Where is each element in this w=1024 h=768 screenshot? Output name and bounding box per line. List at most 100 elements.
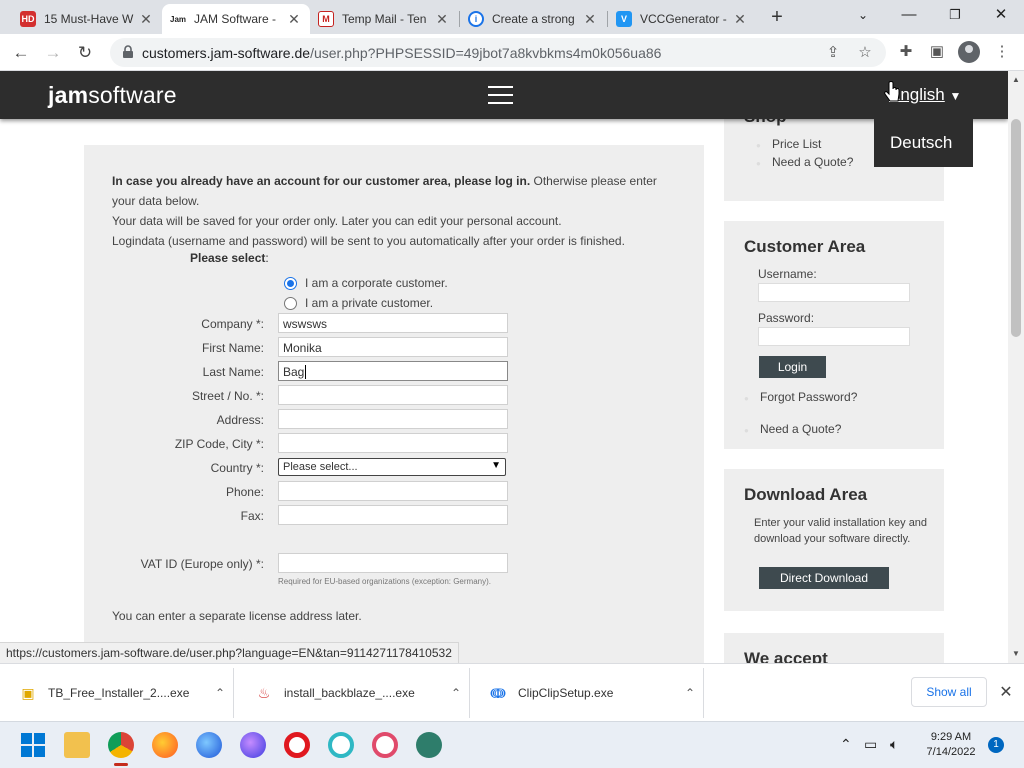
firefox-blue-icon[interactable]	[196, 732, 222, 758]
firefox-icon[interactable]	[152, 732, 178, 758]
radio-private-label[interactable]: I am a private customer.	[305, 296, 433, 310]
forward-arrow-icon[interactable]: →	[40, 40, 66, 66]
windows-start-icon[interactable]	[20, 732, 46, 758]
forgot-password-link[interactable]: ● Forgot Password?	[744, 390, 857, 404]
radio-corporate-label[interactable]: I am a corporate customer.	[305, 276, 448, 290]
share-icon[interactable]: ⇪	[824, 44, 842, 62]
reload-icon[interactable]: ↻	[72, 40, 98, 66]
tab-search-chevron-icon[interactable]: ⌄	[840, 0, 886, 30]
radio-corporate-row[interactable]: I am a corporate customer.	[284, 276, 448, 290]
side-panel-icon[interactable]: ▣	[927, 42, 947, 62]
opera-icon[interactable]	[284, 732, 310, 758]
lock-icon[interactable]	[120, 44, 136, 60]
company-input[interactable]: wswsws	[278, 313, 508, 333]
new-tab-button[interactable]: +	[765, 6, 789, 30]
chevron-up-icon[interactable]: ⌃	[443, 686, 469, 700]
network-icon[interactable]: ▭	[864, 736, 877, 753]
firefox-dev-icon[interactable]	[240, 732, 266, 758]
close-shelf-icon[interactable]: ✕	[996, 682, 1016, 702]
tray-chevron-up-icon[interactable]: ⌃	[840, 736, 852, 753]
back-arrow-icon[interactable]: ←	[8, 40, 34, 66]
logo-bold: jam	[48, 82, 89, 108]
tab-create-strong[interactable]: i Create a strong ✕	[460, 4, 606, 34]
profile-avatar-icon[interactable]	[958, 41, 980, 63]
system-clock[interactable]: 9:29 AM 7/14/2022	[920, 730, 982, 760]
page-scrollbar[interactable]: ▲ ▼	[1008, 71, 1024, 663]
company-label: Company *:	[201, 317, 264, 331]
username-input[interactable]	[758, 283, 910, 302]
language-menu: Deutsch	[874, 119, 973, 167]
chevron-down-icon: ▼	[491, 460, 501, 471]
chrome-icon[interactable]	[108, 732, 134, 766]
zip-city-input[interactable]	[278, 433, 508, 453]
tab-vccgenerator[interactable]: V VCCGenerator - ✕	[608, 4, 756, 34]
jam-software-logo[interactable]: jamsoftware	[48, 82, 177, 109]
chevron-up-icon[interactable]: ⌃	[677, 686, 703, 700]
more-menu-icon[interactable]: ⋮	[992, 42, 1012, 62]
site-favicon-icon: HD	[20, 11, 36, 27]
phone-input[interactable]	[278, 481, 508, 501]
first-name-input[interactable]: Monika	[278, 337, 508, 357]
price-list-text[interactable]: Price List	[772, 137, 821, 151]
tab-title: Temp Mail - Ten	[342, 12, 427, 26]
gmail-favicon-icon: M	[318, 11, 334, 27]
hamburger-menu-icon[interactable]	[488, 86, 513, 104]
file-explorer-icon[interactable]	[64, 732, 90, 758]
bullet-icon: ●	[744, 394, 749, 403]
tab-jam-software[interactable]: Jam JAM Software - ✕	[162, 4, 310, 34]
notification-badge[interactable]: 1	[988, 737, 1004, 753]
download-item-backblaze[interactable]: ♨ install_backblaze_....exe ⌃	[236, 668, 470, 718]
url-path: /user.php?PHPSESSID=49jbot7a8kvbkms4m0k0…	[310, 45, 662, 61]
address-input[interactable]	[278, 409, 508, 429]
opera-gx-icon[interactable]	[328, 732, 354, 758]
tab-temp-mail[interactable]: M Temp Mail - Ten ✕	[310, 4, 458, 34]
tab-close-icon[interactable]: ✕	[434, 11, 450, 28]
country-select[interactable]: Please select... ▼	[278, 458, 506, 476]
tab-close-icon[interactable]: ✕	[138, 11, 154, 28]
download-item-tb-installer[interactable]: ▣ TB_Free_Installer_2....exe ⌃	[0, 668, 234, 718]
url-text: customers.jam-software.de/user.php?PHPSE…	[142, 45, 661, 61]
price-list-link[interactable]: ● Price List	[756, 137, 821, 151]
login-button[interactable]: Login	[759, 356, 826, 378]
radio-private[interactable]	[284, 296, 297, 310]
shop-quote-text[interactable]: Need a Quote?	[772, 155, 853, 169]
forgot-password-text[interactable]: Forgot Password?	[760, 390, 857, 404]
bookmark-star-icon[interactable]: ☆	[856, 44, 874, 62]
customer-quote-text[interactable]: Need a Quote?	[760, 422, 841, 436]
show-all-downloads-button[interactable]: Show all	[911, 677, 987, 707]
direct-download-button[interactable]: Direct Download	[759, 567, 889, 589]
radio-private-row[interactable]: I am a private customer.	[284, 296, 433, 310]
opera-alt-icon[interactable]	[372, 732, 398, 758]
customer-quote-link[interactable]: ● Need a Quote?	[744, 422, 841, 436]
tab-close-icon[interactable]: ✕	[286, 11, 302, 28]
tab-close-icon[interactable]: ✕	[732, 11, 748, 28]
address-bar[interactable]: customers.jam-software.de/user.php?PHPSE…	[110, 38, 886, 67]
volume-icon[interactable]: 🔈︎	[890, 736, 898, 753]
tab-close-icon[interactable]: ✕	[582, 11, 598, 28]
download-area-text: Enter your valid installation key and do…	[754, 517, 928, 545]
fax-input[interactable]	[278, 505, 508, 525]
close-window-button[interactable]: ✕	[978, 0, 1024, 30]
scroll-up-icon[interactable]: ▲	[1008, 75, 1024, 84]
radio-corporate[interactable]	[284, 276, 297, 290]
last-name-input[interactable]: Bag	[278, 361, 508, 381]
restore-button[interactable]: ❐	[932, 0, 978, 30]
download-filename: install_backblaze_....exe	[284, 686, 415, 700]
password-input[interactable]	[758, 327, 910, 346]
extensions-puzzle-icon[interactable]: ✚	[896, 42, 916, 62]
vat-id-input[interactable]	[278, 553, 508, 573]
please-select-colon: :	[265, 251, 269, 265]
street-input[interactable]	[278, 385, 508, 405]
language-option-deutsch[interactable]: Deutsch	[890, 133, 952, 152]
download-item-clipclip[interactable]: ↈ ClipClipSetup.exe ⌃	[470, 668, 704, 718]
tab-15-must-have[interactable]: HD 15 Must-Have W ✕	[12, 4, 162, 34]
shop-quote-link[interactable]: ● Need a Quote?	[756, 155, 853, 169]
scrollbar-thumb[interactable]	[1011, 119, 1021, 337]
text-caret	[305, 365, 307, 379]
download-filename: TB_Free_Installer_2....exe	[48, 686, 190, 700]
chevron-up-icon[interactable]: ⌃	[207, 686, 233, 700]
address-label: Address:	[216, 413, 264, 427]
minimize-button[interactable]: —	[886, 0, 932, 30]
scroll-down-icon[interactable]: ▼	[1008, 649, 1024, 658]
app-icon[interactable]	[416, 732, 442, 758]
